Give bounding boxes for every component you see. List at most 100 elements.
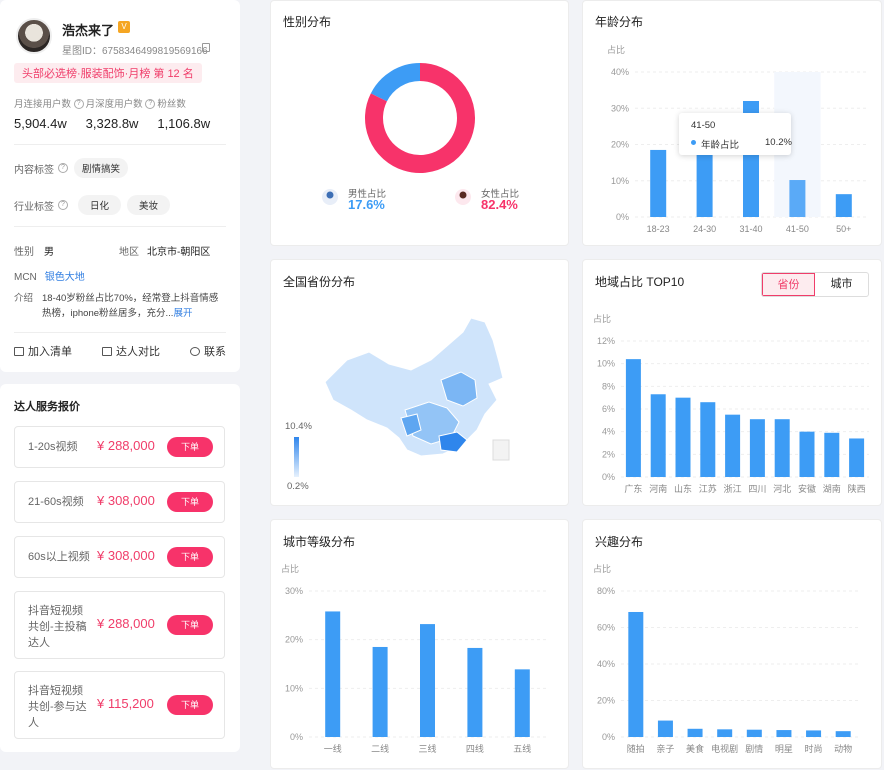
bar[interactable] — [725, 414, 741, 477]
interest-bar-chart: 占比 0% 20% 40% 60% 80% 随拍 亲子 美食 电视剧 剧情 明星 时尚 动物 — [593, 563, 858, 754]
x-tick-label: 河南 — [649, 483, 667, 494]
list-icon — [14, 347, 24, 356]
region-toggle: 省份 城市 — [761, 272, 869, 297]
y-tick-label: 0% — [602, 472, 615, 482]
tooltip-value: 10.2% — [765, 137, 792, 148]
bar[interactable] — [420, 624, 435, 737]
price-value: ¥ 288,000 — [97, 616, 155, 631]
stat-label: 月深度用户数 — [85, 99, 143, 110]
help-icon[interactable]: ? — [145, 99, 156, 110]
bar[interactable] — [835, 194, 852, 217]
bar[interactable] — [835, 731, 851, 737]
order-button[interactable]: 下单 — [167, 547, 213, 567]
x-tick-label: 安徽 — [798, 483, 816, 494]
action-bar: 加入清单 达人对比 联系 — [14, 343, 226, 359]
order-button[interactable]: 下单 — [167, 695, 213, 715]
divider — [14, 226, 226, 227]
contact-button[interactable]: 联系 — [190, 343, 226, 359]
bar[interactable] — [325, 611, 341, 737]
price-item: 1-20s视频 ¥ 288,000 下单 — [14, 426, 225, 468]
male-value: 17.6% — [348, 197, 385, 212]
order-button[interactable]: 下单 — [167, 615, 213, 635]
bar[interactable] — [372, 646, 388, 737]
stat-value: 3,328.8w — [85, 116, 139, 131]
intro-expand-link[interactable]: 展开 — [173, 308, 192, 319]
bar[interactable] — [717, 729, 733, 737]
mcn-label: MCN — [14, 272, 37, 283]
female-value: 82.4% — [481, 197, 518, 212]
x-tick-label: 三线 — [418, 743, 436, 754]
map-legend-gradient[interactable] — [294, 437, 299, 477]
south-sea-inset — [492, 439, 510, 461]
bar[interactable] — [625, 359, 641, 477]
toggle-province[interactable]: 省份 — [762, 273, 816, 296]
bar[interactable] — [675, 397, 691, 477]
bar[interactable] — [746, 729, 762, 737]
bar[interactable] — [774, 419, 790, 477]
y-tick-label: 0% — [290, 732, 303, 742]
price-value: ¥ 308,000 — [97, 493, 155, 508]
region-bar-chart: 占比 0% 2% 4% 6% 8% 10% 12% 广东 河南 山东 江苏 浙江 四川 河北 安徽 湖南 陕西 — [593, 313, 869, 494]
stat-value: 5,904.4w — [14, 116, 67, 131]
price-label: 抖音短视频共创-主投稿达人 — [28, 605, 87, 649]
region-label: 地区 — [119, 247, 139, 258]
order-button[interactable]: 下单 — [167, 492, 213, 512]
compare-button[interactable]: 达人对比 — [102, 343, 160, 359]
y-tick-label: 0% — [616, 212, 629, 222]
x-tick-label: 动物 — [834, 743, 852, 754]
bar[interactable] — [789, 180, 806, 217]
content-tags-row: 内容标签 ? 剧情搞笑 — [14, 158, 129, 178]
stat-value: 1,106.8w — [157, 116, 211, 131]
bar[interactable] — [687, 728, 703, 737]
bar[interactable] — [799, 431, 815, 477]
y-tick-label: 2% — [602, 449, 615, 459]
mcn-link[interactable]: 银色大地 — [45, 272, 85, 283]
price-item: 抖音短视频共创-参与达人 ¥ 115,200 下单 — [14, 671, 225, 739]
help-icon[interactable]: ? — [73, 99, 84, 110]
bar[interactable] — [749, 419, 765, 477]
bar[interactable] — [657, 720, 673, 737]
industry-tag[interactable]: 美妆 — [127, 195, 171, 215]
x-tick-label: 江苏 — [699, 483, 717, 494]
price-item: 21-60s视频 ¥ 308,000 下单 — [14, 481, 225, 523]
donut-slice-male[interactable] — [370, 63, 421, 102]
order-button[interactable]: 下单 — [167, 437, 213, 457]
bar[interactable] — [806, 730, 822, 737]
vip-badge-icon: V — [118, 21, 130, 33]
add-to-list-button[interactable]: 加入清单 — [14, 343, 72, 359]
help-icon[interactable]: ? — [58, 200, 68, 210]
tooltip-dot-icon — [691, 140, 696, 145]
y-tick-label: 10% — [611, 176, 629, 186]
age-chart-card: 年龄分布 占比 0% 10% 20% 30% 40% 18-23 24-30 31-40 41-5… — [582, 0, 882, 246]
x-tick-label: 24-30 — [693, 224, 716, 234]
bar[interactable] — [628, 611, 644, 737]
bar[interactable] — [467, 647, 483, 737]
gender-value: 男 — [44, 247, 54, 258]
content-tag[interactable]: 剧情搞笑 — [74, 158, 129, 178]
bar[interactable] — [514, 669, 530, 737]
x-tick-label: 剧情 — [745, 743, 763, 754]
bar[interactable] — [824, 432, 840, 477]
bar[interactable] — [650, 394, 666, 477]
bar[interactable] — [696, 149, 713, 217]
x-tick-label: 18-23 — [647, 224, 670, 234]
map-legend-min: 0.2% — [287, 481, 309, 492]
bar[interactable] — [700, 402, 716, 477]
y-tick-label: 30% — [285, 586, 303, 596]
industry-tag[interactable]: 日化 — [78, 195, 122, 215]
help-icon[interactable]: ? — [58, 163, 68, 173]
y-tick-label: 40% — [611, 67, 629, 77]
x-tick-label: 电视剧 — [711, 743, 738, 754]
bar[interactable] — [776, 730, 792, 737]
toggle-city[interactable]: 城市 — [815, 273, 868, 296]
copy-icon[interactable] — [202, 43, 210, 52]
rank-badge[interactable]: 头部必选榜·服装配饰·月榜 第 12 名 — [14, 63, 202, 83]
stat-followers: 粉丝数 1,106.8w — [157, 96, 229, 131]
china-map[interactable] — [271, 260, 570, 507]
mcn-field: MCN 银色大地 — [14, 268, 85, 283]
city-tier-bar-chart: 占比 0% 10% 20% 30% 一线 二线 三线 四线 五线 — [281, 563, 546, 754]
bar[interactable] — [650, 149, 667, 217]
bar[interactable] — [849, 438, 865, 477]
price-item: 抖音短视频共创-主投稿达人 ¥ 288,000 下单 — [14, 591, 225, 659]
avatar[interactable] — [16, 18, 52, 54]
